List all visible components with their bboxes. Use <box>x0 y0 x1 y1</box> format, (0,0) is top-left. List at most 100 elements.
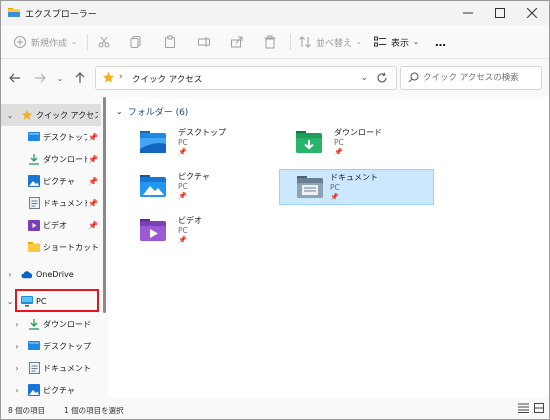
sidebar-item-label: ビデオ <box>43 220 67 230</box>
view-button[interactable]: 表示 ⌄ <box>373 33 419 51</box>
folder-location: PC <box>178 138 188 147</box>
new-label: 新規作成 <box>31 38 68 49</box>
share-icon <box>231 36 243 48</box>
pictures-folder-icon <box>140 175 166 197</box>
folder-tile-desktop[interactable]: デスクトップ PC 📌 <box>134 125 290 161</box>
chevron-down-icon[interactable]: ⌄ <box>5 111 15 120</box>
sidebar-item-videos[interactable]: ビデオ 📌 <box>1 214 101 236</box>
delete-button[interactable] <box>263 33 277 51</box>
pin-icon: 📌 <box>88 154 98 164</box>
chevron-down-icon[interactable]: ⌄ <box>5 297 15 306</box>
sidebar-item-pc-pictures[interactable]: › ピクチャ <box>1 379 101 397</box>
maximize-button[interactable] <box>484 1 516 25</box>
sidebar-item-downloads[interactable]: ダウンロード 📌 <box>1 148 101 170</box>
pictures-icon <box>28 384 40 396</box>
tiles-view-icon[interactable] <box>534 403 544 413</box>
folder-name: デスクトップ <box>178 128 226 137</box>
folder-name: ダウンロード <box>334 128 382 137</box>
sidebar-item-shortcut[interactable]: ショートカットイ <box>1 236 101 258</box>
folder-name: ドキュメント <box>330 173 378 182</box>
folder-tile-documents[interactable]: ドキュメント PC 📌 <box>279 169 434 205</box>
cut-button[interactable] <box>97 33 111 51</box>
folder-location: PC <box>334 138 344 147</box>
details-view-icon[interactable] <box>518 403 529 413</box>
pin-icon: 📌 <box>88 220 98 230</box>
folder-name: ビデオ <box>178 216 202 225</box>
content-pane: ⌄ フォルダー (6) デスクトップ PC 📌 ダウンロード PC 📌 ピクチャ… <box>108 97 549 397</box>
videos-icon <box>28 219 40 231</box>
star-icon <box>102 71 115 83</box>
sidebar-item-pc-desktop[interactable]: › デスクトップ <box>1 335 101 357</box>
downloads-folder-icon <box>296 131 322 153</box>
chevron-right-icon: › <box>119 72 123 82</box>
desktop-folder-icon <box>140 131 166 153</box>
recent-button[interactable]: ⌄ <box>52 70 68 86</box>
paste-button[interactable] <box>163 33 177 51</box>
navigation-bar: ⌄ › クイック アクセス ⌄ <box>1 59 549 97</box>
copy-button[interactable] <box>129 33 143 51</box>
sidebar-item-quick-access[interactable]: ⌄ クイック アクセス <box>1 104 101 126</box>
sort-button[interactable]: 並べ替え ⌄ <box>298 33 362 51</box>
sidebar-item-label: ピクチャ <box>43 385 75 395</box>
folder-tile-videos[interactable]: ビデオ PC 📌 <box>134 213 290 249</box>
close-button[interactable] <box>516 1 548 25</box>
sidebar-item-pc-documents[interactable]: › ドキュメント <box>1 357 101 379</box>
documents-icon <box>28 362 40 374</box>
group-title: フォルダー (6) <box>127 108 189 118</box>
sidebar-scrollbar[interactable] <box>103 97 106 313</box>
chevron-right-icon[interactable]: › <box>5 270 15 279</box>
documents-folder-icon <box>297 176 323 198</box>
folder-location: PC <box>178 226 188 235</box>
address-bar[interactable]: › クイック アクセス ⌄ <box>95 66 397 90</box>
minimize-icon <box>463 12 473 14</box>
view-label: 表示 <box>391 38 410 49</box>
view-icon <box>374 36 386 47</box>
search-input[interactable] <box>423 71 538 85</box>
highlight-box <box>15 289 99 312</box>
explorer-window: エクスプローラー 新規作成 ⌄ 並べ替え ⌄ 表示 ⌄ … ⌄ › クイック ア… <box>0 0 550 420</box>
sidebar-item-label: ドキュメント <box>43 363 91 373</box>
chevron-right-icon[interactable]: › <box>12 342 22 351</box>
group-header[interactable]: ⌄ フォルダー (6) <box>116 105 188 118</box>
sidebar-item-label: クイック アクセス <box>36 110 98 120</box>
refresh-icon[interactable] <box>376 72 388 84</box>
chevron-down-icon: ⌄ <box>116 107 123 116</box>
chevron-right-icon[interactable]: › <box>12 320 22 329</box>
download-icon <box>28 153 40 165</box>
pin-icon: 📌 <box>178 236 187 244</box>
selection-count: 1 個の項目を選択 <box>64 406 124 415</box>
up-button[interactable] <box>72 70 88 86</box>
copy-icon <box>130 36 141 48</box>
folder-tile-pictures[interactable]: ピクチャ PC 📌 <box>134 169 290 205</box>
sidebar-item-desktop[interactable]: デスクトップ 📌 <box>1 126 101 148</box>
more-button[interactable]: … <box>435 33 446 51</box>
chevron-down-icon: ⌄ <box>71 38 77 46</box>
new-button[interactable]: 新規作成 ⌄ <box>13 33 77 51</box>
chevron-down-icon: ⌄ <box>413 38 419 46</box>
chevron-down-icon[interactable]: ⌄ <box>360 73 368 83</box>
search-box[interactable] <box>400 66 542 90</box>
chevron-right-icon[interactable]: › <box>12 364 22 373</box>
share-button[interactable] <box>230 33 244 51</box>
cut-icon <box>98 36 110 48</box>
search-icon <box>408 72 419 83</box>
forward-button[interactable] <box>32 70 48 86</box>
folder-tile-downloads[interactable]: ダウンロード PC 📌 <box>290 125 446 161</box>
up-arrow-icon <box>75 72 85 83</box>
separator <box>290 34 291 50</box>
chevron-down-icon: ⌄ <box>356 38 362 46</box>
chevron-right-icon[interactable]: › <box>12 386 22 395</box>
videos-folder-icon <box>140 219 166 241</box>
sidebar-item-pictures[interactable]: ピクチャ 📌 <box>1 170 101 192</box>
minimize-button[interactable] <box>452 1 484 25</box>
sidebar-item-pc-downloads[interactable]: › ダウンロード <box>1 313 101 335</box>
back-button[interactable] <box>7 70 23 86</box>
add-icon <box>14 36 26 48</box>
pin-icon: 📌 <box>178 192 187 200</box>
pin-icon: 📌 <box>334 148 343 156</box>
item-count: 8 個の項目 <box>8 406 46 415</box>
more-icon: … <box>435 35 446 49</box>
sidebar-item-onedrive[interactable]: › OneDrive <box>1 263 101 285</box>
sidebar-item-documents[interactable]: ドキュメント 📌 <box>1 192 101 214</box>
rename-button[interactable] <box>197 33 211 51</box>
